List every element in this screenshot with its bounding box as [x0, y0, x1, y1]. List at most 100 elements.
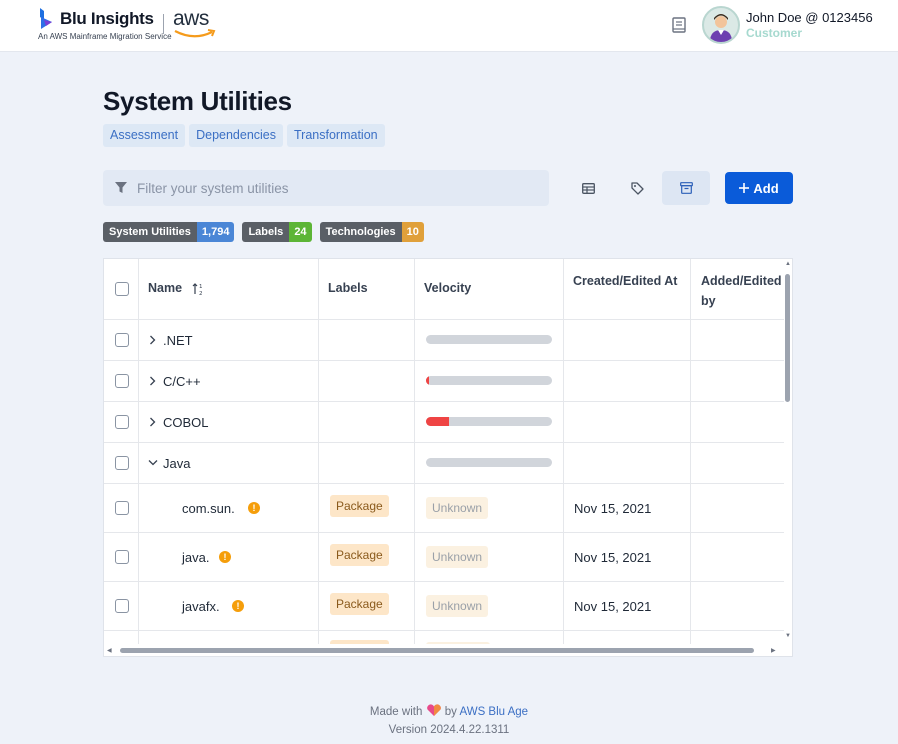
add-button[interactable]: Add	[725, 172, 793, 204]
row-added-by-cell	[691, 361, 784, 401]
row-name-cell: ‎.NET	[139, 320, 319, 360]
header-added-by[interactable]: Added/Edited by	[691, 259, 784, 319]
label-tag[interactable]: Package	[330, 544, 389, 566]
blu-insights-logo-icon	[40, 8, 52, 29]
table-row[interactable]: com.sun. ! Package Unknown Nov 15, 2021	[104, 484, 784, 533]
row-name[interactable]: javafx.	[182, 599, 220, 614]
row-name-cell: com.sun. !	[139, 484, 319, 532]
book-icon[interactable]	[670, 16, 688, 34]
row-select-cell	[104, 320, 139, 360]
warning-icon[interactable]: !	[219, 551, 231, 563]
velocity-fill	[426, 417, 449, 426]
row-labels-cell: Package	[319, 582, 415, 630]
row-checkbox[interactable]	[115, 550, 129, 564]
heart-icon	[426, 704, 441, 716]
row-name[interactable]: ‎.NET	[163, 333, 193, 348]
warning-icon[interactable]: !	[248, 502, 260, 514]
table-view-button[interactable]	[564, 171, 612, 205]
row-labels-cell	[319, 402, 415, 442]
row-velocity-cell	[415, 320, 564, 360]
table-row[interactable]: COBOL	[104, 402, 784, 443]
row-select-cell	[104, 484, 139, 532]
row-checkbox[interactable]	[115, 333, 129, 347]
tag-button[interactable]	[613, 171, 661, 205]
row-velocity-cell	[415, 361, 564, 401]
header-velocity[interactable]: Velocity	[415, 259, 564, 319]
warning-icon[interactable]: !	[232, 600, 244, 612]
chevron-right-icon[interactable]	[149, 417, 156, 427]
label-tag[interactable]: Package	[330, 593, 389, 615]
chevron-right-icon[interactable]	[149, 376, 156, 386]
tab-dependencies[interactable]: Dependencies	[189, 124, 284, 147]
badge-system-utilities[interactable]: System Utilities 1,794	[103, 222, 235, 242]
chevron-right-icon[interactable]	[149, 335, 156, 345]
row-select-cell	[104, 443, 139, 483]
scroll-down-arrow-icon[interactable]: ▼	[785, 633, 791, 639]
vertical-scroll-thumb[interactable]	[785, 274, 790, 402]
badge-technologies[interactable]: Technologies 10	[319, 222, 424, 242]
row-name[interactable]: Java	[163, 456, 190, 471]
created-date: Nov 15, 2021	[574, 550, 652, 565]
table-row[interactable]: Java	[104, 443, 784, 484]
brand-name: Blu Insights	[60, 9, 154, 28]
row-name-cell: javafx. !	[139, 582, 319, 630]
row-name[interactable]: com.sun.	[182, 501, 235, 516]
row-checkbox[interactable]	[115, 456, 129, 470]
table-row[interactable]: ‎.NET	[104, 320, 784, 361]
row-name-cell: C/C++	[139, 361, 319, 401]
badge-label: Labels	[242, 222, 290, 242]
user-avatar-icon	[710, 14, 732, 42]
row-checkbox[interactable]	[115, 501, 129, 515]
badge-count: 1,794	[196, 222, 235, 242]
table-row[interactable]: java. ! Package Unknown Nov 15, 2021	[104, 533, 784, 582]
table-row[interactable]: C/C++	[104, 361, 784, 402]
row-created-cell: Nov 15, 2021	[564, 533, 691, 581]
sort-icon[interactable]: 1 2	[192, 282, 206, 296]
row-select-cell	[104, 402, 139, 442]
scroll-right-arrow-icon[interactable]: ▶	[771, 647, 776, 654]
row-checkbox[interactable]	[115, 415, 129, 429]
scroll-left-arrow-icon[interactable]: ◀	[107, 647, 112, 654]
column-header-added-by: Added/Edited by	[701, 274, 782, 308]
row-velocity-cell: Unknown	[415, 533, 564, 581]
badge-labels[interactable]: Labels 24	[242, 222, 312, 242]
tab-assessment[interactable]: Assessment	[103, 124, 186, 147]
velocity-bar	[426, 458, 552, 467]
aws-logo-icon: aws	[172, 7, 218, 41]
tab-transformation[interactable]: Transformation	[287, 124, 385, 147]
filter-input[interactable]	[137, 170, 537, 206]
row-created-cell	[564, 361, 691, 401]
row-name-cell: COBOL	[139, 402, 319, 442]
scroll-up-arrow-icon[interactable]: ▲	[785, 261, 791, 267]
row-name[interactable]: COBOL	[163, 415, 209, 430]
row-checkbox[interactable]	[115, 599, 129, 613]
avatar[interactable]	[702, 6, 740, 44]
tag-icon	[630, 181, 644, 195]
velocity-unknown: Unknown	[426, 497, 489, 519]
table-row[interactable]: javafx. ! Package Unknown Nov 15, 2021	[104, 582, 784, 631]
badge-count: 10	[401, 222, 424, 242]
archive-button[interactable]	[662, 171, 710, 205]
top-bar: Blu Insights An AWS Mainframe Migration …	[0, 0, 898, 52]
chevron-down-icon[interactable]	[148, 459, 158, 466]
row-checkbox[interactable]	[115, 374, 129, 388]
summary-badges: System Utilities 1,794 Labels 24 Technol…	[103, 222, 424, 242]
header-labels[interactable]: Labels	[319, 259, 415, 319]
row-name[interactable]: C/C++	[163, 374, 201, 389]
badge-label: System Utilities	[103, 222, 197, 242]
footer-credit: Made with by AWS Blu Age	[0, 704, 898, 718]
header-name[interactable]: Name 1 2	[139, 259, 319, 319]
header-created[interactable]: Created/Edited At	[564, 259, 691, 319]
row-added-by-cell	[691, 582, 784, 630]
select-all-checkbox[interactable]	[115, 282, 129, 296]
row-name[interactable]: java.	[182, 550, 209, 565]
footer-made-with: Made with	[369, 706, 423, 718]
horizontal-scrollbar[interactable]: ◀ ▶	[104, 644, 784, 656]
row-name-cell: Java	[139, 443, 319, 483]
label-tag[interactable]: Package	[330, 495, 389, 517]
brand-subtitle: An AWS Mainframe Migration Service	[38, 32, 172, 41]
vertical-scrollbar[interactable]: ▲ ▼	[784, 259, 792, 644]
horizontal-scroll-thumb[interactable]	[120, 648, 754, 653]
user-name[interactable]: John Doe @ 0123456	[746, 10, 873, 25]
aws-blu-age-link[interactable]: AWS Blu Age	[459, 706, 528, 718]
